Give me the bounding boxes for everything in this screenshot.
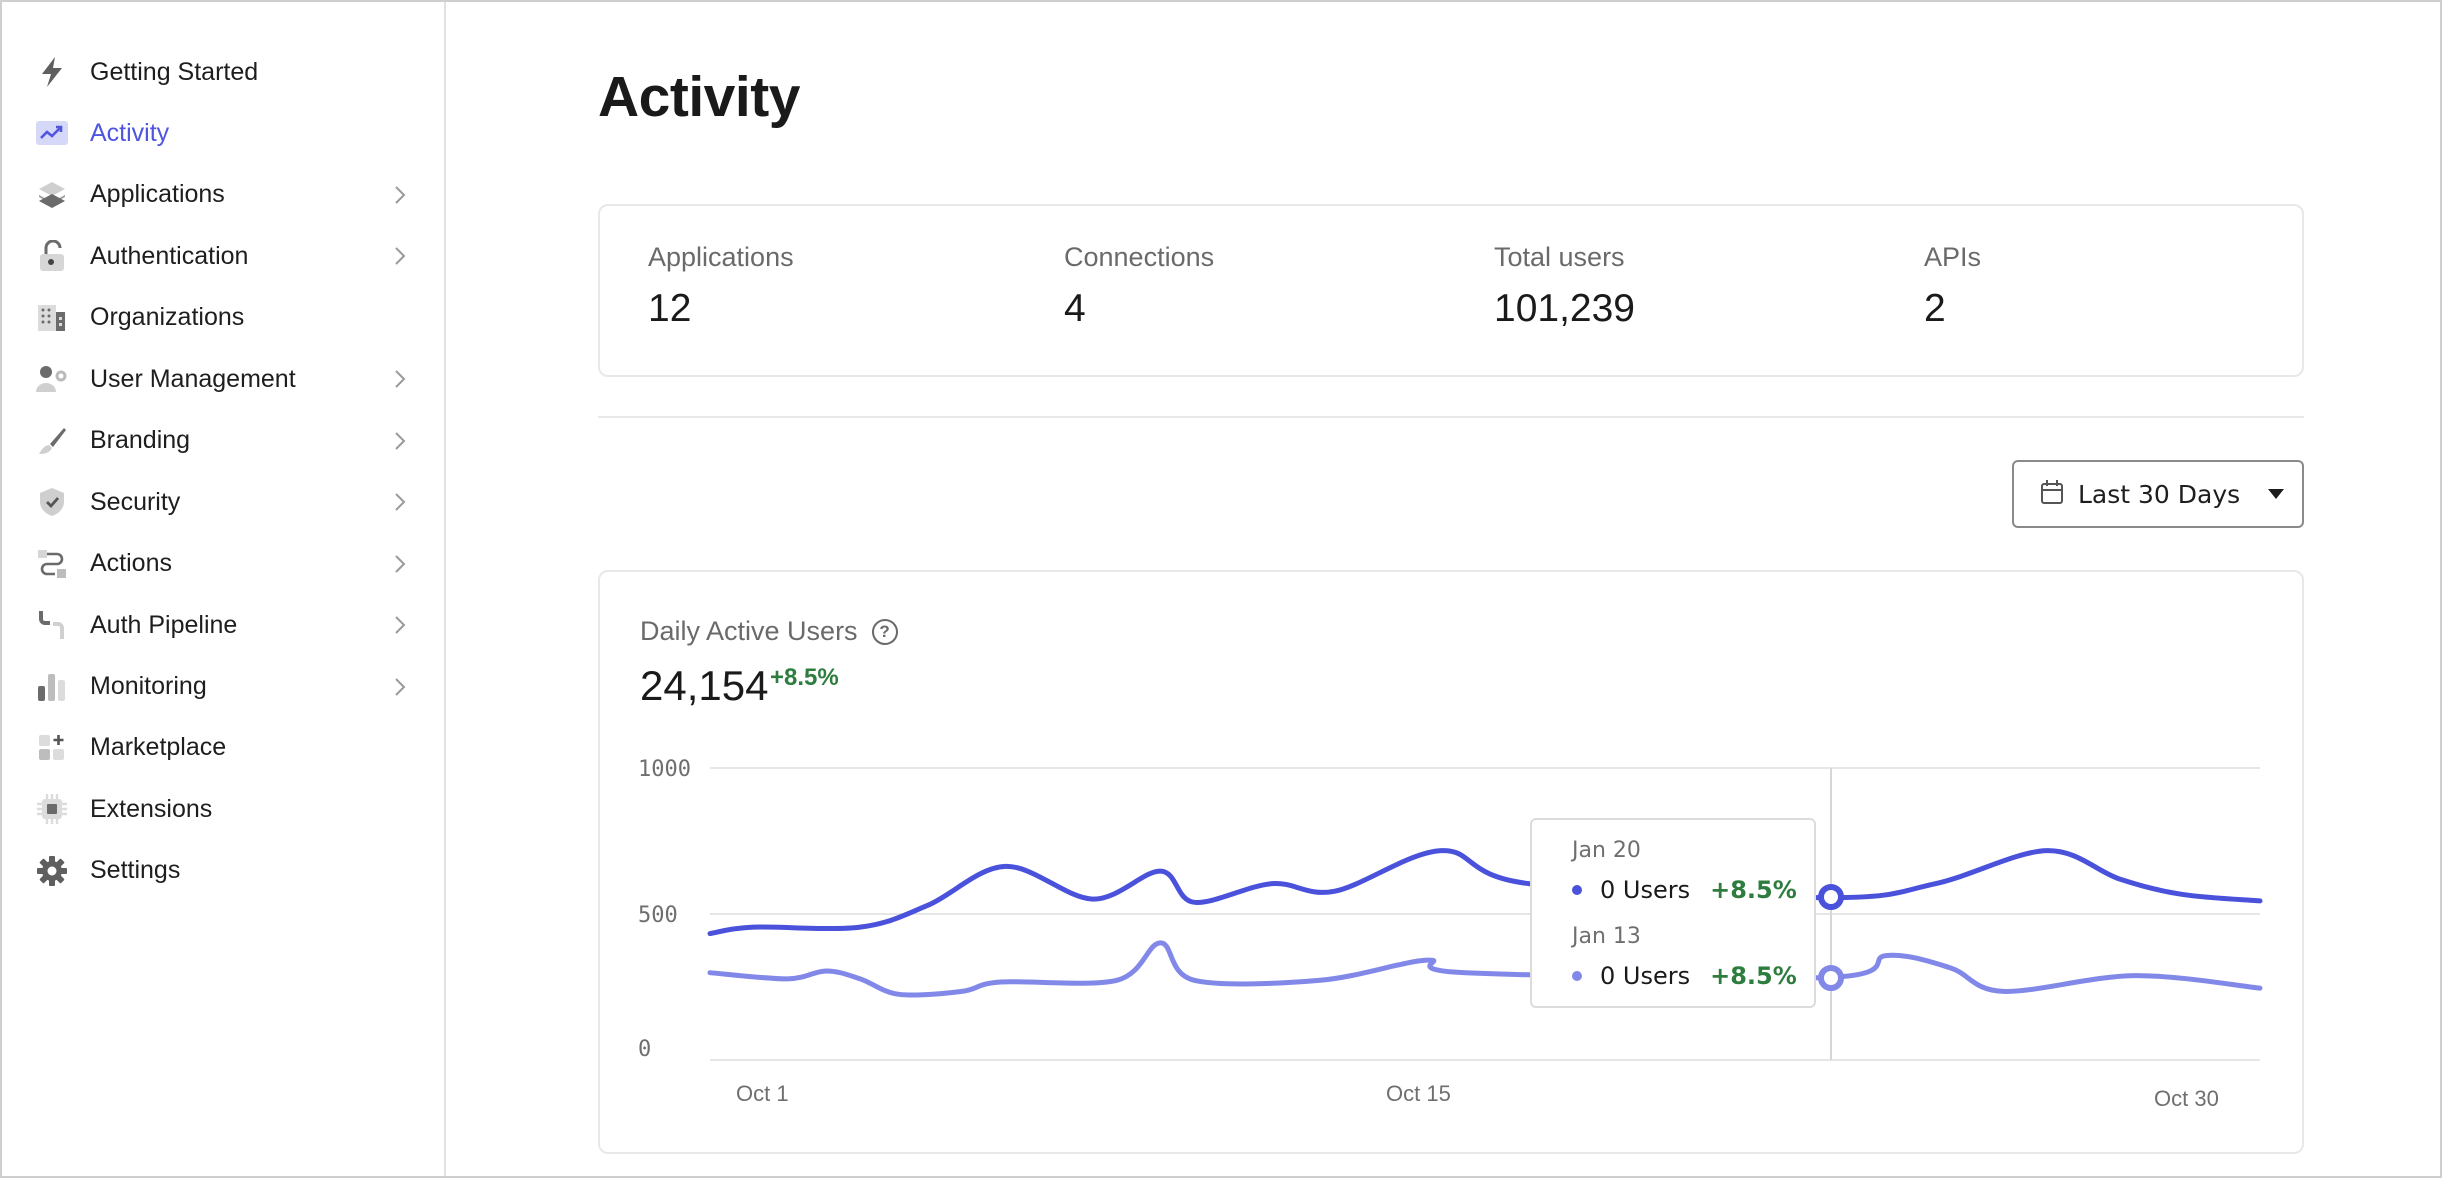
series-dot-icon	[1572, 885, 1582, 895]
tooltip-delta: +8.5%	[1710, 876, 1797, 904]
x-tick-label: Oct 1	[736, 1081, 789, 1106]
tooltip-row: 0 Users +8.5%	[1572, 962, 1797, 990]
hover-marker-series-1	[1818, 884, 1844, 910]
tooltip-value: 0 Users	[1600, 876, 1691, 904]
tooltip-delta: +8.5%	[1710, 962, 1797, 990]
tooltip-row: 0 Users +8.5%	[1572, 876, 1797, 904]
chart-tooltip: Jan 20 0 Users +8.5% Jan 13 0 Users +8.5…	[1530, 818, 1816, 1008]
y-tick-label: 500	[638, 903, 678, 928]
x-tick-label: Oct 30	[2154, 1086, 2219, 1111]
tooltip-value: 0 Users	[1600, 962, 1691, 990]
series-line-2	[707, 940, 2263, 998]
y-tick-label: 0	[638, 1037, 651, 1062]
x-tick-label: Oct 15	[1386, 1081, 1451, 1106]
tooltip-date: Jan 20	[1572, 838, 1641, 863]
hover-marker-series-2	[1818, 965, 1844, 991]
series-line-1	[707, 848, 2263, 937]
series-dot-icon	[1572, 971, 1582, 981]
line-chart[interactable]: 1000 500 0 Oct 1 Oct 15 Oct 30	[2, 2, 2442, 1178]
y-tick-label: 1000	[638, 757, 691, 782]
tooltip-date: Jan 13	[1572, 924, 1641, 949]
